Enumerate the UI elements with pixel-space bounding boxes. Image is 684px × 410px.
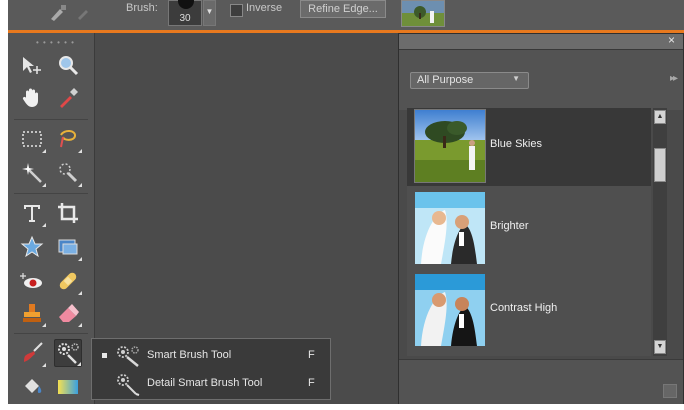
move-tool-icon[interactable]	[18, 52, 46, 80]
detail-smart-brush-icon	[114, 372, 144, 396]
effect-item-label: Contrast High	[490, 302, 558, 314]
magic-wand-tool-icon[interactable]	[18, 159, 46, 187]
lasso-tool-icon[interactable]	[54, 125, 82, 153]
effect-preview-thumbnail[interactable]	[401, 0, 445, 27]
tool-more-indicator	[77, 362, 81, 366]
tool-more-indicator	[78, 257, 82, 261]
gradient-tool-icon[interactable]	[54, 373, 82, 401]
toolbox-grip[interactable]: • • • • • •	[36, 38, 75, 47]
effect-item-contrast-high[interactable]: Contrast High	[407, 272, 651, 350]
tool-more-indicator	[78, 183, 82, 187]
tool-separator	[14, 193, 88, 194]
smart-brush-flyout-menu: Smart Brush Tool F Detail Smart Brush To…	[91, 338, 331, 400]
eraser-tool-icon[interactable]	[54, 299, 82, 327]
tool-more-indicator	[42, 223, 46, 227]
inverse-checkbox[interactable]	[230, 4, 243, 17]
tool-more-indicator	[42, 183, 46, 187]
effects-list-scrollbar[interactable]: ▲ ▼	[653, 108, 667, 356]
clone-stamp-tool-icon[interactable]	[18, 299, 46, 327]
flyout-item-shortcut: F	[308, 349, 315, 361]
quick-selection-tool-icon[interactable]	[54, 159, 82, 187]
scroll-thumb[interactable]	[654, 148, 666, 182]
dropdown-value: All Purpose	[417, 74, 474, 86]
inverse-label: Inverse	[246, 2, 283, 14]
close-icon[interactable]: ×	[668, 33, 675, 47]
chevron-down-icon: ▼	[512, 74, 520, 83]
brush-label: Brush:	[126, 2, 158, 14]
brush-size-preview[interactable]: 30	[168, 0, 202, 26]
scroll-down-button[interactable]: ▼	[654, 340, 666, 354]
tool-more-indicator	[78, 323, 82, 327]
tool-more-indicator	[78, 291, 82, 295]
brush-tip-icon	[178, 0, 194, 9]
toolbox-panel: • • • • • •	[8, 33, 95, 404]
selected-bullet-icon	[102, 353, 107, 358]
effect-category-dropdown[interactable]: All Purpose ▼	[410, 72, 529, 89]
panel-menu-icon[interactable]: ▸▸	[670, 73, 678, 84]
smart-brush-effects-panel: × All Purpose ▼ ▸▸ Blue Skies Brighter C…	[398, 33, 684, 404]
tool-more-indicator	[42, 323, 46, 327]
brush-tool-icon[interactable]	[18, 339, 46, 367]
effect-item-brighter[interactable]: Brighter	[407, 190, 651, 268]
eyedropper-tool-icon[interactable]	[54, 84, 82, 112]
tool-more-indicator	[78, 149, 82, 153]
photoshop-elements-window: Brush: 30 ▼ Inverse Refine Edge... • • •…	[8, 0, 684, 404]
flyout-item-detail-smart-brush[interactable]: Detail Smart Brush Tool F	[92, 370, 330, 398]
panel-footer	[399, 359, 683, 404]
marquee-tool-icon[interactable]	[18, 125, 46, 153]
effect-item-blue-skies[interactable]: Blue Skies	[407, 108, 651, 186]
tool-separator	[14, 119, 88, 120]
smart-brush-icon	[114, 344, 144, 368]
effect-item-label: Brighter	[490, 220, 529, 232]
panel-toolbar: All Purpose ▼ ▸▸	[399, 50, 683, 110]
brighter-thumbnail	[415, 192, 485, 264]
paint-bucket-tool-icon[interactable]	[18, 373, 46, 401]
refine-edge-button[interactable]: Refine Edge...	[300, 0, 386, 18]
flyout-item-shortcut: F	[308, 377, 315, 389]
effects-list: Blue Skies Brighter Contrast High	[407, 108, 651, 356]
brush-subtract-icon[interactable]	[74, 4, 94, 22]
panel-header[interactable]: ×	[399, 33, 683, 50]
tool-more-indicator	[42, 363, 46, 367]
smart-brush-tool-icon[interactable]	[54, 339, 82, 367]
cookie-cutter-tool-icon[interactable]	[18, 233, 46, 261]
straighten-tool-icon[interactable]	[54, 233, 82, 261]
healing-brush-tool-icon[interactable]	[54, 267, 82, 295]
flyout-item-label: Detail Smart Brush Tool	[147, 377, 263, 389]
brush-picker-dropdown-button[interactable]: ▼	[203, 0, 216, 26]
contrast-high-thumbnail	[415, 274, 485, 346]
tool-separator	[14, 333, 88, 334]
red-eye-tool-icon[interactable]	[18, 267, 46, 295]
scroll-up-button[interactable]: ▲	[654, 110, 666, 124]
flyout-item-label: Smart Brush Tool	[147, 349, 232, 361]
brush-size-value: 30	[179, 13, 191, 24]
brush-add-icon[interactable]	[48, 4, 68, 22]
hand-tool-icon[interactable]	[18, 84, 46, 112]
effect-item-label: Blue Skies	[490, 138, 542, 150]
zoom-tool-icon[interactable]	[54, 52, 82, 80]
type-tool-icon[interactable]	[18, 199, 46, 227]
blue-skies-thumbnail	[414, 109, 486, 183]
tool-options-bar: Brush: 30 ▼ Inverse Refine Edge...	[8, 0, 684, 33]
crop-tool-icon[interactable]	[54, 199, 82, 227]
resize-grip-icon[interactable]	[663, 384, 677, 398]
tool-more-indicator	[42, 149, 46, 153]
flyout-item-smart-brush[interactable]: Smart Brush Tool F	[92, 342, 330, 370]
